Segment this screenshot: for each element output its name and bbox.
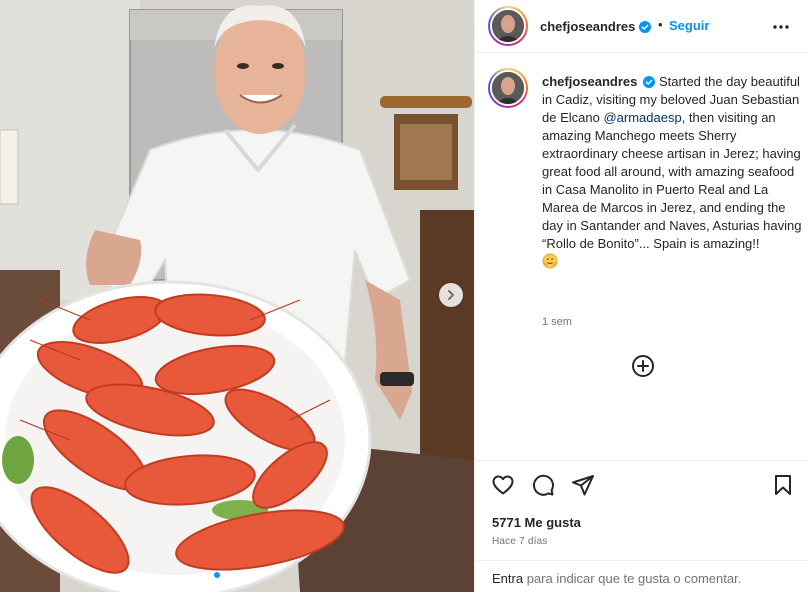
caption-author-username[interactable]: chefjoseandres [542,74,637,89]
caption-timestamp[interactable]: 1 sem [542,316,572,328]
hugging-face-emoji-icon [542,253,558,269]
carousel-indicator [0,572,474,578]
carousel-dot [254,572,260,578]
carousel-dot [214,572,220,578]
author-name-row[interactable]: chefjoseandres [540,18,652,36]
author-avatar[interactable] [488,6,528,46]
carousel-dot [224,572,230,578]
caption-author-avatar[interactable] [488,68,528,108]
share-icon[interactable] [571,473,595,497]
verified-badge-icon [639,21,652,33]
carousel-next-button[interactable] [439,283,463,307]
likes-count[interactable]: 5771 Me gusta [492,515,581,530]
caption-text-continued: , then visiting an amazing Manchego meet… [542,110,802,251]
verified-badge-icon [643,76,656,88]
login-prompt: Entra para indicar que te gusta o coment… [492,571,741,586]
comment-icon[interactable] [531,473,555,497]
author-username[interactable]: chefjoseandres [540,19,635,34]
chevron-right-icon [448,290,454,300]
login-link[interactable]: Entra [492,571,523,586]
post-date[interactable]: Hace 7 días [492,536,548,547]
caption-mention-link[interactable]: @armadaesp [603,110,681,125]
plus-circle-icon[interactable] [631,354,655,378]
login-prompt-text: para indicar que te gusta o comentar. [523,571,742,586]
bookmark-icon[interactable] [771,473,795,497]
heart-icon[interactable] [491,473,515,497]
post-sidebar: chefjoseandres • Seguir chefjoseandres S… [474,0,808,592]
carousel-dot [244,572,250,578]
carousel-dot [234,572,240,578]
post-header: chefjoseandres • Seguir [475,0,808,53]
more-horizontal-icon[interactable] [771,17,791,37]
post-caption: chefjoseandres Started the day beautiful… [542,73,804,271]
divider [475,460,808,461]
follow-button[interactable]: Seguir [669,18,709,33]
post-photo [0,0,474,592]
divider [475,560,808,561]
post-media[interactable] [0,0,474,592]
separator-dot: • [658,17,663,32]
